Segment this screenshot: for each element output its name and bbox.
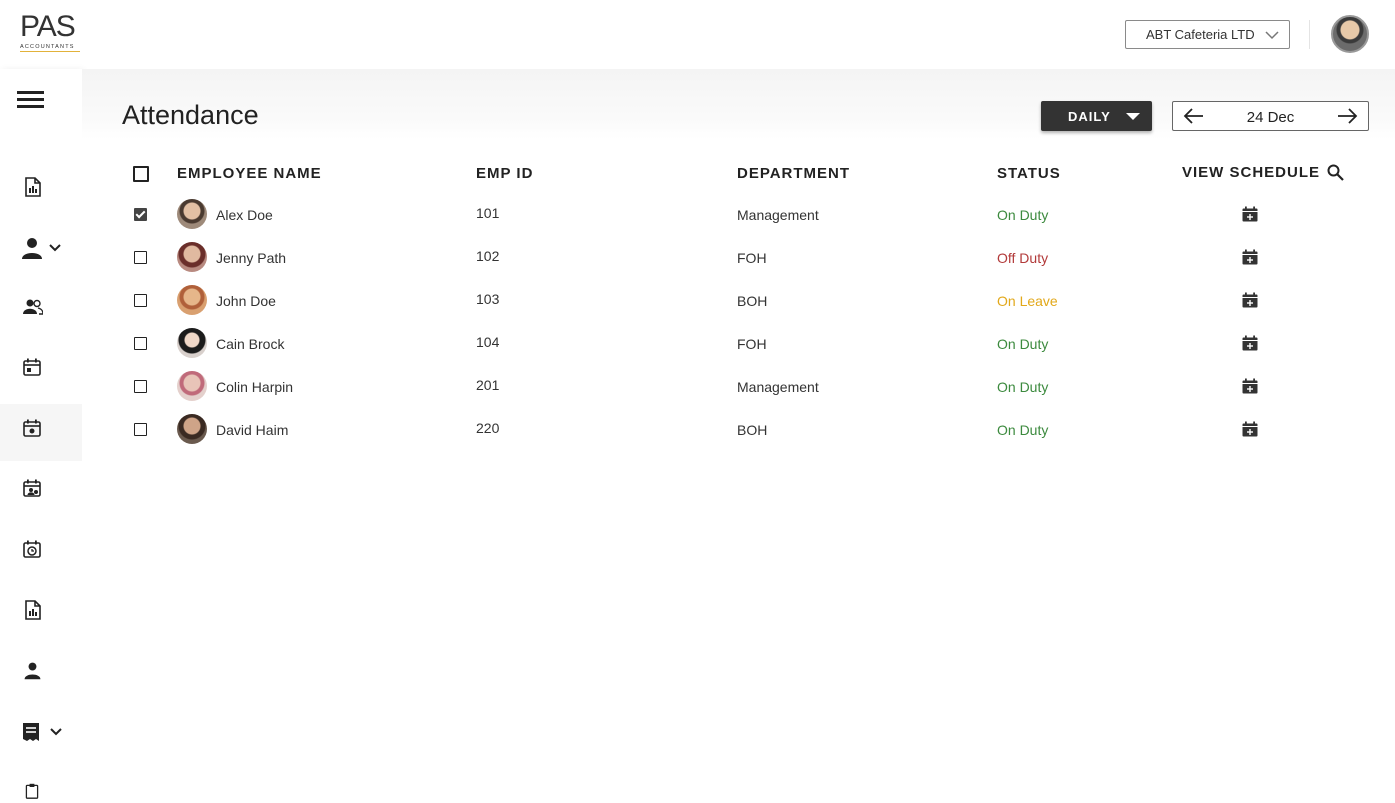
user-icon[interactable]	[23, 661, 42, 680]
employee-avatar	[177, 199, 207, 229]
calendar-add-icon[interactable]	[1242, 378, 1258, 394]
employee-name[interactable]: John Doe	[216, 293, 276, 309]
employee-name[interactable]: Alex Doe	[216, 207, 273, 223]
employee-department: BOH	[737, 422, 768, 438]
employee-id: 104	[476, 334, 500, 350]
status-text: On Duty	[997, 379, 1049, 395]
page-title: Attendance	[122, 100, 259, 130]
sidebar	[0, 69, 82, 803]
row-checkbox[interactable]	[134, 294, 147, 307]
top-bar: PAS ACCOUNTANTS ABT Cafeteria LTD	[0, 0, 1395, 69]
table-row[interactable]: David Haim 220 BOH On Duty	[82, 408, 1395, 451]
arrow-right-icon[interactable]	[1336, 106, 1358, 126]
employee-id: 101	[476, 205, 500, 221]
main-content: Attendance DAILY 24 Dec EMPLOYEE NAME EM…	[82, 69, 1395, 803]
period-dropdown-label: DAILY	[1068, 108, 1111, 124]
chevron-down-icon	[1265, 31, 1279, 40]
menu-icon[interactable]	[17, 87, 44, 112]
report-icon[interactable]	[24, 177, 42, 197]
divider	[1309, 20, 1310, 49]
logo[interactable]: PAS ACCOUNTANTS	[20, 12, 82, 58]
select-all-checkbox[interactable]	[133, 166, 149, 182]
company-select-value: ABT Cafeteria LTD	[1146, 27, 1255, 42]
team-icon[interactable]	[23, 299, 43, 315]
status-text: On Duty	[997, 422, 1049, 438]
logo-text: PAS	[20, 10, 76, 43]
employee-department: BOH	[737, 293, 768, 309]
calendar-user-icon[interactable]	[23, 479, 41, 497]
employee-avatar	[177, 285, 207, 315]
employee-id: 201	[476, 377, 500, 393]
employee-avatar	[177, 371, 207, 401]
calendar-icon[interactable]	[23, 358, 41, 376]
calendar-add-icon[interactable]	[1242, 292, 1258, 308]
sidebar-item-employees[interactable]	[20, 236, 63, 260]
status-text: On Leave	[997, 293, 1058, 309]
logo-accent-line	[20, 51, 80, 52]
employee-avatar	[177, 242, 207, 272]
search-icon[interactable]	[1327, 164, 1344, 181]
employee-department: FOH	[737, 250, 767, 266]
employee-department: Management	[737, 379, 819, 395]
report-icon[interactable]	[24, 600, 42, 620]
chevron-down-icon	[50, 728, 62, 736]
receipt-icon	[23, 723, 39, 741]
calendar-event-icon[interactable]	[23, 419, 41, 437]
table-row[interactable]: Cain Brock 104 FOH On Duty	[82, 322, 1395, 365]
table-row[interactable]: Alex Doe 101 Management On Duty	[82, 193, 1395, 236]
row-checkbox[interactable]	[134, 251, 147, 264]
employee-name[interactable]: Jenny Path	[216, 250, 286, 266]
row-checkbox[interactable]	[134, 208, 147, 221]
status-text: Off Duty	[997, 250, 1049, 266]
caret-down-icon	[1126, 113, 1140, 120]
column-header[interactable]: DEPARTMENT	[737, 165, 850, 182]
clipboard-icon[interactable]	[24, 783, 40, 799]
employee-name[interactable]: Colin Harpin	[216, 379, 293, 395]
period-dropdown[interactable]: DAILY	[1041, 101, 1152, 131]
user-icon	[22, 238, 42, 259]
calendar-add-icon[interactable]	[1242, 421, 1258, 437]
calendar-add-icon[interactable]	[1242, 206, 1258, 222]
date-navigator: 24 Dec	[1172, 101, 1369, 131]
column-header[interactable]: VIEW SCHEDULE	[1182, 164, 1320, 181]
calendar-add-icon[interactable]	[1242, 249, 1258, 265]
employee-avatar	[177, 328, 207, 358]
company-select[interactable]: ABT Cafeteria LTD	[1125, 20, 1290, 49]
employee-department: FOH	[737, 336, 767, 352]
status-text: On Duty	[997, 336, 1049, 352]
table-row[interactable]: Jenny Path 102 FOH Off Duty	[82, 236, 1395, 279]
employee-id: 103	[476, 291, 500, 307]
calendar-clock-icon[interactable]	[23, 540, 41, 558]
employee-name[interactable]: Cain Brock	[216, 336, 284, 352]
row-checkbox[interactable]	[134, 423, 147, 436]
calendar-add-icon[interactable]	[1242, 335, 1258, 351]
sidebar-item-payroll[interactable]	[21, 722, 64, 742]
table-row[interactable]: Colin Harpin 201 Management On Duty	[82, 365, 1395, 408]
column-header[interactable]: STATUS	[997, 165, 1061, 182]
table-row[interactable]: John Doe 103 BOH On Leave	[82, 279, 1395, 322]
chevron-down-icon	[49, 244, 61, 252]
employee-avatar	[177, 414, 207, 444]
sidebar-active-bg	[0, 404, 82, 461]
employee-id: 220	[476, 420, 500, 436]
row-checkbox[interactable]	[134, 380, 147, 393]
status-text: On Duty	[997, 207, 1049, 223]
employee-name[interactable]: David Haim	[216, 422, 288, 438]
user-avatar[interactable]	[1331, 15, 1369, 53]
employee-id: 102	[476, 248, 500, 264]
row-checkbox[interactable]	[134, 337, 147, 350]
employee-department: Management	[737, 207, 819, 223]
logo-subtext: ACCOUNTANTS	[20, 44, 75, 50]
column-header[interactable]: EMPLOYEE NAME	[177, 165, 322, 182]
column-header[interactable]: EMP ID	[476, 165, 533, 182]
